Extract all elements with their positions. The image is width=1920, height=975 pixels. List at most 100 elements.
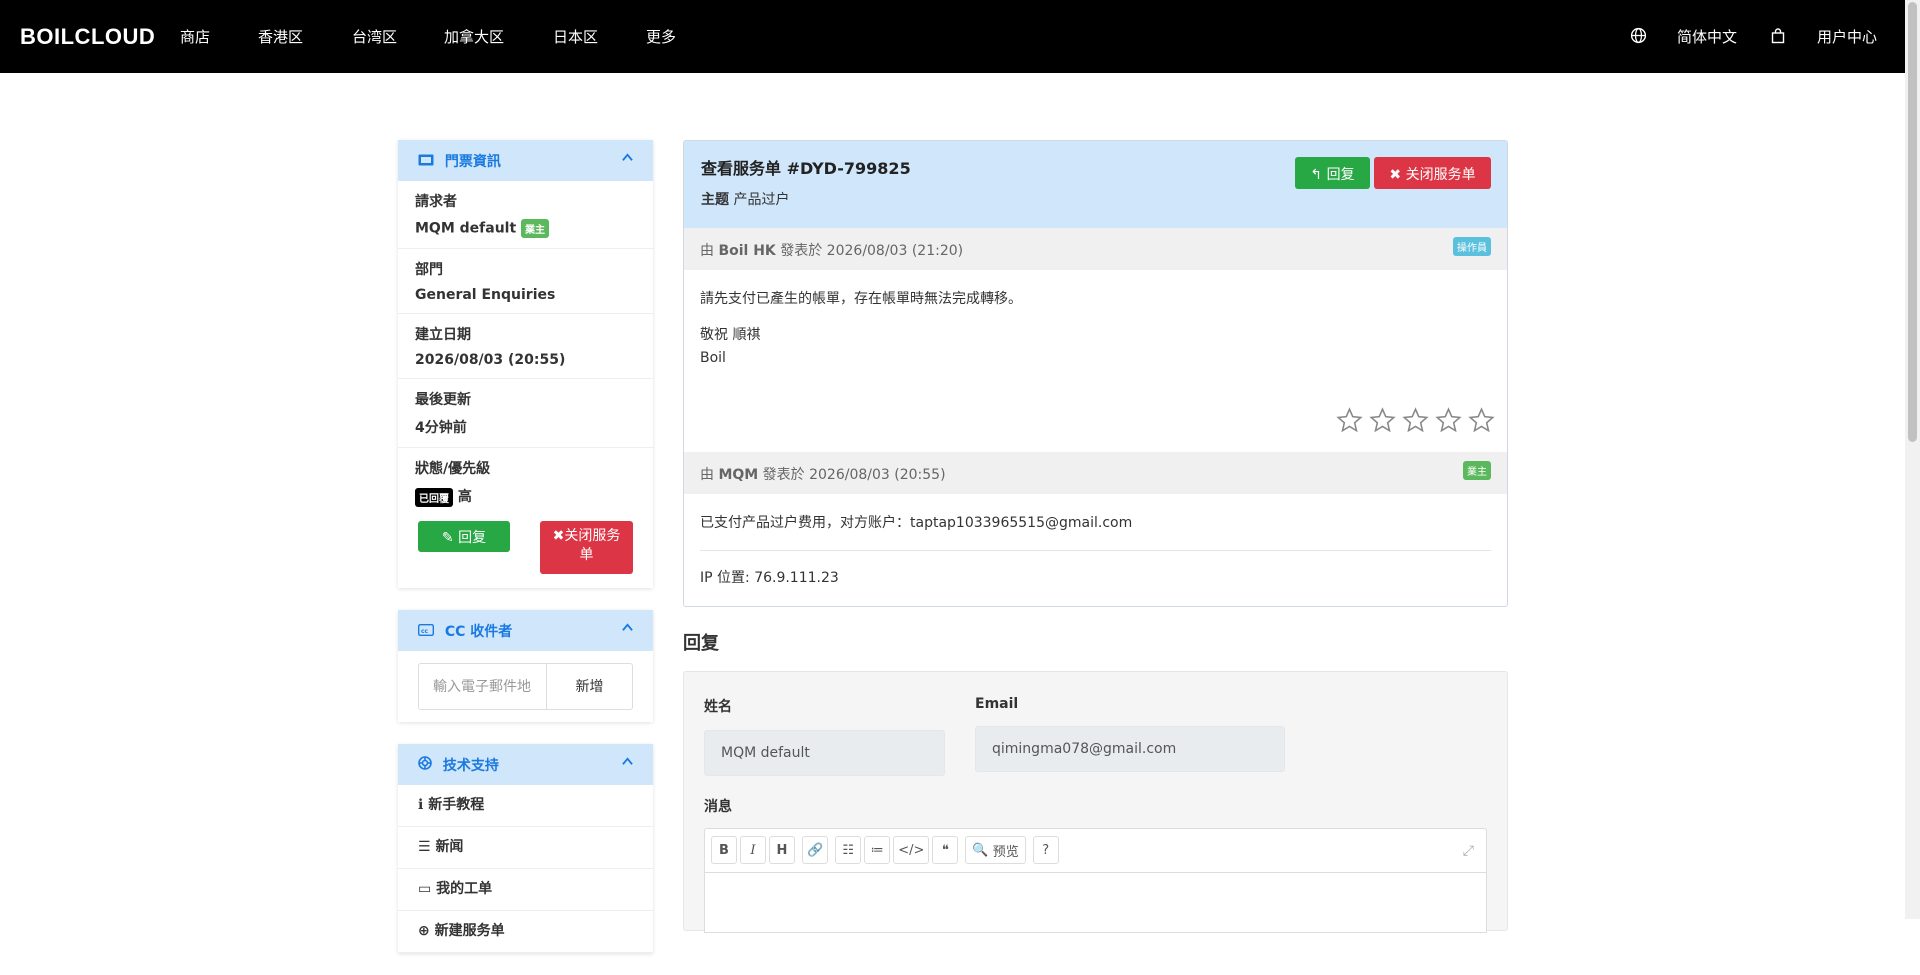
italic-button[interactable]: I <box>740 836 766 865</box>
top-navbar: BOILCLOUD 商店 香港区 台湾区 加拿大区 日本区 更多 简体中文 用户… <box>0 0 1905 73</box>
email-field[interactable]: qimingma078@gmail.com <box>975 725 1285 772</box>
message-signoff: 敬祝 順祺 <box>700 327 761 344</box>
editor-toolbar: B I H 🔗 ☷ ≔ </> ❝ 🔍 预览 ? ⤢ <box>704 827 1487 873</box>
chevron-up-icon[interactable] <box>622 152 633 163</box>
search-icon: 🔍 <box>972 842 989 858</box>
star-icon[interactable] <box>1402 407 1429 434</box>
pencil-icon: ✎ <box>441 529 454 546</box>
support-item-tutorial[interactable]: ℹ 新手教程 <box>398 785 653 827</box>
preview-button[interactable]: 🔍 预览 <box>965 836 1026 865</box>
status-row: 狀態/優先級 已回覆 高 <box>398 448 653 517</box>
priority-value: 高 <box>457 489 472 505</box>
name-field[interactable]: MQM default <box>704 729 945 776</box>
reply-button[interactable]: ↰ 回复 <box>1295 157 1370 189</box>
cc-panel: cc CC 收件者 輸入電子郵件地 新增 <box>398 609 653 722</box>
message-author: MQM <box>718 467 759 483</box>
ticket-info-panel: 門票資訊 請求者 MQM default 業主 部門 General Enqui… <box>398 140 653 588</box>
main-content: 查看服务单 #DYD-799825 主题 产品过户 ↰ 回复 ✖ 关闭服务单 由… <box>683 140 1508 933</box>
star-icon[interactable] <box>1435 407 1462 434</box>
support-item-my-tickets[interactable]: ▭ 我的工单 <box>398 869 653 911</box>
link-icon[interactable]: 🔗 <box>802 836 829 865</box>
sidebar: 門票資訊 請求者 MQM default 業主 部門 General Enqui… <box>398 140 653 975</box>
requester-row: 請求者 MQM default 業主 <box>398 181 653 249</box>
nav-link-shop[interactable]: 商店 <box>180 26 210 47</box>
support-panel: 技术支持 ℹ 新手教程 ☰ 新闻 ▭ 我的工单 ⊕ 新建服务单 <box>398 743 653 953</box>
rating-stars <box>1336 407 1495 434</box>
subject-value: 产品过户 <box>733 192 790 208</box>
chevron-up-icon[interactable] <box>622 756 633 767</box>
star-icon[interactable] <box>1369 407 1396 434</box>
ticket-card: 查看服务单 #DYD-799825 主题 产品过户 ↰ 回复 ✖ 关闭服务单 由… <box>683 140 1508 607</box>
created-label: 建立日期 <box>415 327 471 343</box>
numbered-list-icon[interactable]: ≔ <box>864 836 891 865</box>
support-header[interactable]: 技术支持 <box>398 743 653 785</box>
close-ticket-button[interactable]: ✖ 关闭服务单 <box>1374 157 1491 189</box>
message-editor[interactable] <box>704 872 1487 933</box>
sidebar-close-ticket-button[interactable]: ✖关闭服务单 <box>540 520 633 574</box>
status-label: 狀態/優先級 <box>415 461 491 477</box>
cc-email-input[interactable]: 輸入電子郵件地 <box>419 663 547 709</box>
bullet-list-icon[interactable]: ☷ <box>835 836 862 865</box>
requester-value: MQM default <box>415 220 517 237</box>
bold-button[interactable]: B <box>711 836 737 865</box>
message-author: Boil HK <box>718 243 776 259</box>
message-body: 請先支付已產生的帳單，存在帳單時無法完成轉移。 敬祝 順祺 Boil <box>684 270 1507 452</box>
globe-icon[interactable] <box>1630 27 1647 48</box>
ticket-icon <box>418 154 434 170</box>
help-icon[interactable]: ? <box>1032 836 1059 865</box>
scrollbar-thumb[interactable] <box>1908 2 1917 442</box>
nav-link-taiwan[interactable]: 台湾区 <box>352 26 397 47</box>
fullscreen-icon[interactable]: ⤢ <box>1463 843 1474 859</box>
nav-link-japan[interactable]: 日本区 <box>553 26 598 47</box>
message-text: 請先支付已產生的帳單，存在帳單時無法完成轉移。 <box>700 291 1022 307</box>
brand-logo[interactable]: BOILCLOUD <box>20 24 155 50</box>
star-icon[interactable] <box>1336 407 1363 434</box>
message-header: 由 Boil HK 發表於 2026/08/03 (21:20) 操作員 <box>684 228 1507 270</box>
operator-badge: 操作員 <box>1453 237 1491 256</box>
ticket-info-header[interactable]: 門票資訊 <box>398 140 653 181</box>
message-timestamp: 發表於 2026/08/03 (20:55) <box>762 467 946 483</box>
chevron-up-icon[interactable] <box>622 622 633 633</box>
shopping-bag-icon[interactable] <box>1771 28 1785 48</box>
plus-circle-icon: ⊕ <box>418 922 430 939</box>
ticket-title: 查看服务单 #DYD-799825 <box>701 159 911 178</box>
page-scrollbar[interactable] <box>1905 0 1920 919</box>
svg-text:cc: cc <box>421 628 429 635</box>
quote-icon[interactable]: ❝ <box>932 836 959 865</box>
lifebuoy-icon <box>418 755 432 774</box>
ip-address: IP 位置: 76.9.111.23 <box>700 550 1491 605</box>
name-label: 姓名 <box>704 698 732 715</box>
reply-icon: ↰ <box>1310 167 1323 183</box>
language-selector[interactable]: 简体中文 <box>1677 26 1737 47</box>
star-icon[interactable] <box>1468 407 1495 434</box>
ticket-icon: ▭ <box>418 880 432 897</box>
sidebar-reply-button[interactable]: ✎ 回复 <box>418 520 510 552</box>
message-timestamp: 發表於 2026/08/03 (21:20) <box>780 243 964 259</box>
nav-link-hongkong[interactable]: 香港区 <box>258 26 303 47</box>
nav-link-more[interactable]: 更多 <box>646 26 676 47</box>
support-title: 技术支持 <box>442 757 499 774</box>
department-label: 部門 <box>415 262 443 278</box>
ticket-info-title: 門票資訊 <box>444 154 501 170</box>
cc-header[interactable]: cc CC 收件者 <box>398 609 653 651</box>
created-row: 建立日期 2026/08/03 (20:55) <box>398 314 653 379</box>
nav-link-canada[interactable]: 加拿大区 <box>444 26 504 47</box>
support-item-new-ticket[interactable]: ⊕ 新建服务单 <box>398 911 653 953</box>
updated-value: 4分钟前 <box>415 420 467 436</box>
code-icon[interactable]: </> <box>893 836 930 865</box>
user-center-link[interactable]: 用户中心 <box>1817 26 1877 47</box>
cc-icon: cc <box>417 623 435 640</box>
close-icon: ✖ <box>1389 167 1402 183</box>
cc-input-group: 輸入電子郵件地 新增 <box>418 662 633 710</box>
support-item-news[interactable]: ☰ 新闻 <box>398 827 653 869</box>
message-header: 由 MQM 發表於 2026/08/03 (20:55) 業主 <box>684 452 1507 494</box>
cc-add-button[interactable]: 新增 <box>547 664 632 709</box>
status-badge: 已回覆 <box>415 487 453 507</box>
heading-button[interactable]: H <box>769 836 795 865</box>
info-icon: ℹ <box>418 796 424 813</box>
owner-badge: 業主 <box>1463 461 1491 480</box>
reply-section-title: 回复 <box>683 632 719 654</box>
cc-title: CC 收件者 <box>444 623 513 640</box>
close-icon: ✖ <box>552 527 565 544</box>
list-icon: ☰ <box>418 838 431 855</box>
